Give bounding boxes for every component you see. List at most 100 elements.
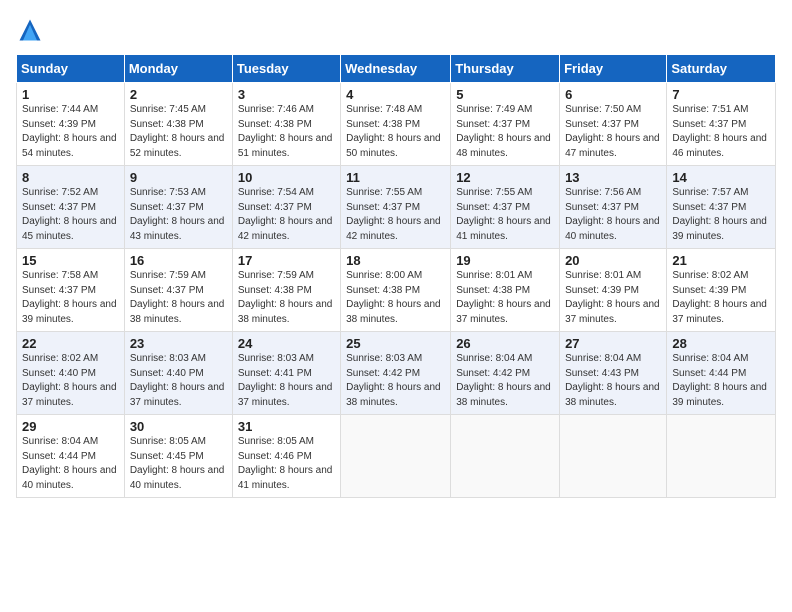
day-info: Sunrise: 7:52 AMSunset: 4:37 PMDaylight:… — [22, 186, 119, 244]
day-number: 30 — [130, 419, 227, 434]
weekday-header-row: SundayMondayTuesdayWednesdayThursdayFrid… — [17, 55, 776, 83]
day-number: 1 — [22, 87, 119, 102]
day-number: 3 — [238, 87, 335, 102]
calendar-cell: 30Sunrise: 8:05 AMSunset: 4:45 PMDayligh… — [124, 415, 232, 498]
logo — [16, 16, 48, 44]
day-info: Sunrise: 8:05 AMSunset: 4:45 PMDaylight:… — [130, 435, 227, 493]
calendar-cell: 16Sunrise: 7:59 AMSunset: 4:37 PMDayligh… — [124, 249, 232, 332]
page-container: SundayMondayTuesdayWednesdayThursdayFrid… — [0, 0, 792, 506]
calendar-cell: 2Sunrise: 7:45 AMSunset: 4:38 PMDaylight… — [124, 83, 232, 166]
day-number: 8 — [22, 170, 119, 185]
calendar-cell: 13Sunrise: 7:56 AMSunset: 4:37 PMDayligh… — [560, 166, 667, 249]
day-number: 22 — [22, 336, 119, 351]
day-info: Sunrise: 7:57 AMSunset: 4:37 PMDaylight:… — [672, 186, 770, 244]
calendar-week-row: 22Sunrise: 8:02 AMSunset: 4:40 PMDayligh… — [17, 332, 776, 415]
day-number: 29 — [22, 419, 119, 434]
day-number: 19 — [456, 253, 554, 268]
calendar-cell: 15Sunrise: 7:58 AMSunset: 4:37 PMDayligh… — [17, 249, 125, 332]
day-number: 27 — [565, 336, 661, 351]
weekday-header-wednesday: Wednesday — [341, 55, 451, 83]
day-number: 12 — [456, 170, 554, 185]
day-number: 7 — [672, 87, 770, 102]
day-number: 28 — [672, 336, 770, 351]
day-info: Sunrise: 7:44 AMSunset: 4:39 PMDaylight:… — [22, 103, 119, 161]
calendar-cell: 17Sunrise: 7:59 AMSunset: 4:38 PMDayligh… — [232, 249, 340, 332]
day-number: 13 — [565, 170, 661, 185]
calendar-week-row: 1Sunrise: 7:44 AMSunset: 4:39 PMDaylight… — [17, 83, 776, 166]
day-info: Sunrise: 7:58 AMSunset: 4:37 PMDaylight:… — [22, 269, 119, 327]
day-info: Sunrise: 8:04 AMSunset: 4:44 PMDaylight:… — [672, 352, 770, 410]
calendar-cell — [560, 415, 667, 498]
calendar-cell: 4Sunrise: 7:48 AMSunset: 4:38 PMDaylight… — [341, 83, 451, 166]
calendar-cell: 8Sunrise: 7:52 AMSunset: 4:37 PMDaylight… — [17, 166, 125, 249]
day-info: Sunrise: 7:53 AMSunset: 4:37 PMDaylight:… — [130, 186, 227, 244]
calendar-cell: 9Sunrise: 7:53 AMSunset: 4:37 PMDaylight… — [124, 166, 232, 249]
header — [16, 16, 776, 44]
calendar-cell: 11Sunrise: 7:55 AMSunset: 4:37 PMDayligh… — [341, 166, 451, 249]
day-info: Sunrise: 8:02 AMSunset: 4:40 PMDaylight:… — [22, 352, 119, 410]
calendar-cell: 19Sunrise: 8:01 AMSunset: 4:38 PMDayligh… — [451, 249, 560, 332]
day-number: 23 — [130, 336, 227, 351]
calendar-week-row: 29Sunrise: 8:04 AMSunset: 4:44 PMDayligh… — [17, 415, 776, 498]
day-number: 2 — [130, 87, 227, 102]
day-info: Sunrise: 7:55 AMSunset: 4:37 PMDaylight:… — [346, 186, 445, 244]
day-number: 9 — [130, 170, 227, 185]
day-number: 31 — [238, 419, 335, 434]
day-info: Sunrise: 7:50 AMSunset: 4:37 PMDaylight:… — [565, 103, 661, 161]
calendar-week-row: 15Sunrise: 7:58 AMSunset: 4:37 PMDayligh… — [17, 249, 776, 332]
day-info: Sunrise: 8:01 AMSunset: 4:39 PMDaylight:… — [565, 269, 661, 327]
day-number: 18 — [346, 253, 445, 268]
day-info: Sunrise: 7:48 AMSunset: 4:38 PMDaylight:… — [346, 103, 445, 161]
calendar-cell — [341, 415, 451, 498]
calendar-cell: 29Sunrise: 8:04 AMSunset: 4:44 PMDayligh… — [17, 415, 125, 498]
day-info: Sunrise: 8:00 AMSunset: 4:38 PMDaylight:… — [346, 269, 445, 327]
day-info: Sunrise: 8:01 AMSunset: 4:38 PMDaylight:… — [456, 269, 554, 327]
calendar-cell — [451, 415, 560, 498]
day-number: 11 — [346, 170, 445, 185]
calendar-cell: 22Sunrise: 8:02 AMSunset: 4:40 PMDayligh… — [17, 332, 125, 415]
day-number: 16 — [130, 253, 227, 268]
day-info: Sunrise: 8:03 AMSunset: 4:42 PMDaylight:… — [346, 352, 445, 410]
day-number: 5 — [456, 87, 554, 102]
weekday-header-tuesday: Tuesday — [232, 55, 340, 83]
day-info: Sunrise: 8:04 AMSunset: 4:43 PMDaylight:… — [565, 352, 661, 410]
calendar-cell: 21Sunrise: 8:02 AMSunset: 4:39 PMDayligh… — [667, 249, 776, 332]
calendar-cell: 28Sunrise: 8:04 AMSunset: 4:44 PMDayligh… — [667, 332, 776, 415]
day-number: 4 — [346, 87, 445, 102]
calendar-cell: 14Sunrise: 7:57 AMSunset: 4:37 PMDayligh… — [667, 166, 776, 249]
calendar-cell: 24Sunrise: 8:03 AMSunset: 4:41 PMDayligh… — [232, 332, 340, 415]
day-info: Sunrise: 7:56 AMSunset: 4:37 PMDaylight:… — [565, 186, 661, 244]
day-number: 25 — [346, 336, 445, 351]
calendar-cell: 10Sunrise: 7:54 AMSunset: 4:37 PMDayligh… — [232, 166, 340, 249]
day-info: Sunrise: 8:03 AMSunset: 4:41 PMDaylight:… — [238, 352, 335, 410]
calendar-cell: 5Sunrise: 7:49 AMSunset: 4:37 PMDaylight… — [451, 83, 560, 166]
calendar-cell: 27Sunrise: 8:04 AMSunset: 4:43 PMDayligh… — [560, 332, 667, 415]
day-number: 21 — [672, 253, 770, 268]
calendar-cell: 20Sunrise: 8:01 AMSunset: 4:39 PMDayligh… — [560, 249, 667, 332]
calendar-cell: 26Sunrise: 8:04 AMSunset: 4:42 PMDayligh… — [451, 332, 560, 415]
day-number: 10 — [238, 170, 335, 185]
day-info: Sunrise: 7:59 AMSunset: 4:37 PMDaylight:… — [130, 269, 227, 327]
calendar-cell: 7Sunrise: 7:51 AMSunset: 4:37 PMDaylight… — [667, 83, 776, 166]
calendar-cell: 1Sunrise: 7:44 AMSunset: 4:39 PMDaylight… — [17, 83, 125, 166]
calendar-cell: 23Sunrise: 8:03 AMSunset: 4:40 PMDayligh… — [124, 332, 232, 415]
day-info: Sunrise: 8:03 AMSunset: 4:40 PMDaylight:… — [130, 352, 227, 410]
calendar-week-row: 8Sunrise: 7:52 AMSunset: 4:37 PMDaylight… — [17, 166, 776, 249]
calendar-cell: 6Sunrise: 7:50 AMSunset: 4:37 PMDaylight… — [560, 83, 667, 166]
weekday-header-friday: Friday — [560, 55, 667, 83]
weekday-header-saturday: Saturday — [667, 55, 776, 83]
calendar-table: SundayMondayTuesdayWednesdayThursdayFrid… — [16, 54, 776, 498]
day-number: 26 — [456, 336, 554, 351]
day-number: 20 — [565, 253, 661, 268]
day-number: 14 — [672, 170, 770, 185]
day-number: 15 — [22, 253, 119, 268]
day-info: Sunrise: 7:45 AMSunset: 4:38 PMDaylight:… — [130, 103, 227, 161]
day-number: 17 — [238, 253, 335, 268]
calendar-cell: 3Sunrise: 7:46 AMSunset: 4:38 PMDaylight… — [232, 83, 340, 166]
day-info: Sunrise: 7:59 AMSunset: 4:38 PMDaylight:… — [238, 269, 335, 327]
day-info: Sunrise: 7:54 AMSunset: 4:37 PMDaylight:… — [238, 186, 335, 244]
calendar-cell: 18Sunrise: 8:00 AMSunset: 4:38 PMDayligh… — [341, 249, 451, 332]
day-number: 24 — [238, 336, 335, 351]
calendar-cell: 12Sunrise: 7:55 AMSunset: 4:37 PMDayligh… — [451, 166, 560, 249]
logo-icon — [16, 16, 44, 44]
